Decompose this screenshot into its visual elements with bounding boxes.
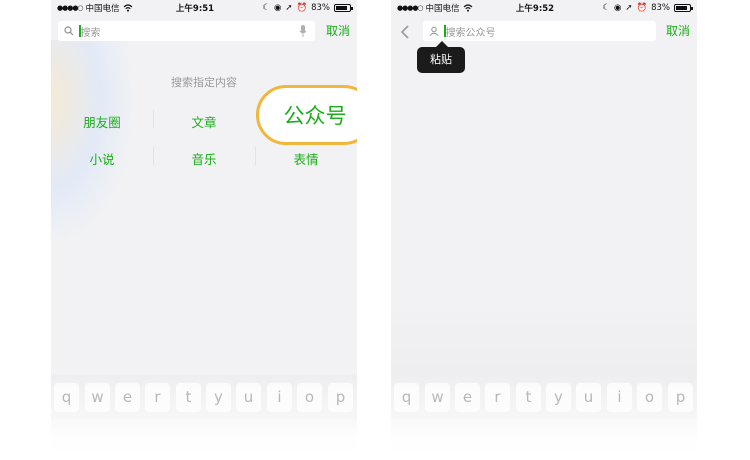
clock: 上午9:51 bbox=[175, 4, 215, 14]
search-placeholder: 搜索 bbox=[80, 27, 101, 39]
key-y[interactable]: y bbox=[206, 383, 231, 412]
left-phone-screen: ●●●●○ 中国电信 上午9:51 ☾ ◉ ➚ ⏰ 83% 搜索 取消 搜索指定… bbox=[51, 0, 357, 460]
grid-divider bbox=[255, 147, 256, 165]
key-q[interactable]: q bbox=[54, 383, 79, 412]
category-official-accounts-highlighted[interactable]: 公众号 bbox=[256, 85, 357, 145]
moon-icon: ☾ bbox=[262, 3, 270, 13]
search-bar: 搜索 取消 bbox=[51, 19, 357, 43]
right-phone-screen: ●●●●○ 中国电信 上午9:52 ☾ ◉ ➚ ⏰ 83% 搜索公众号 取消 粘… bbox=[391, 0, 697, 460]
keyboard-fade bbox=[51, 419, 357, 459]
back-chevron-icon[interactable] bbox=[400, 24, 410, 43]
battery-percent: 83% bbox=[651, 3, 670, 13]
keyboard: q w e r t y u i o p bbox=[51, 375, 357, 460]
key-o[interactable]: o bbox=[637, 383, 662, 412]
wifi-icon bbox=[123, 4, 132, 12]
key-p[interactable]: p bbox=[328, 383, 353, 412]
key-q[interactable]: q bbox=[394, 383, 419, 412]
key-u[interactable]: u bbox=[236, 383, 261, 412]
key-y[interactable]: y bbox=[546, 383, 571, 412]
status-bar: ●●●●○ 中国电信 上午9:52 ☾ ◉ ➚ ⏰ 83% bbox=[391, 0, 697, 16]
paste-tooltip[interactable]: 粘贴 bbox=[417, 41, 465, 73]
location-icon: ➚ bbox=[285, 3, 293, 13]
key-i[interactable]: i bbox=[607, 383, 632, 412]
battery-percent: 83% bbox=[311, 3, 330, 13]
search-input[interactable]: 搜索 bbox=[58, 21, 315, 41]
moon-icon: ☾ bbox=[602, 3, 610, 13]
carrier-label: 中国电信 bbox=[425, 4, 460, 14]
category-novels[interactable]: 小说 bbox=[51, 149, 153, 168]
key-w[interactable]: w bbox=[425, 383, 450, 412]
battery-icon bbox=[674, 4, 693, 12]
key-t[interactable]: t bbox=[516, 383, 541, 412]
battery-icon bbox=[334, 4, 353, 12]
status-bar: ●●●●○ 中国电信 上午9:51 ☾ ◉ ➚ ⏰ 83% bbox=[51, 0, 357, 16]
microphone-icon[interactable] bbox=[299, 25, 307, 40]
keyboard-fade bbox=[391, 419, 697, 459]
background-fade bbox=[391, 300, 697, 375]
category-articles[interactable]: 文章 bbox=[153, 112, 255, 131]
key-e[interactable]: e bbox=[455, 383, 480, 412]
grid-divider bbox=[153, 110, 154, 128]
signal-icon: ●●●●○ bbox=[397, 4, 424, 12]
clock: 上午9:52 bbox=[515, 4, 555, 14]
key-p[interactable]: p bbox=[668, 383, 693, 412]
alarm-icon: ⏰ bbox=[636, 3, 648, 13]
wifi-icon bbox=[463, 4, 472, 12]
lock-rotation-icon: ◉ bbox=[273, 3, 282, 13]
lock-rotation-icon: ◉ bbox=[613, 3, 622, 13]
search-icon bbox=[62, 26, 76, 36]
key-u[interactable]: u bbox=[576, 383, 601, 412]
cancel-button[interactable]: 取消 bbox=[326, 23, 350, 39]
category-stickers[interactable]: 表情 bbox=[255, 149, 357, 168]
keyboard: q w e r t y u i o p bbox=[391, 375, 697, 460]
signal-icon: ●●●●○ bbox=[57, 4, 84, 12]
carrier-label: 中国电信 bbox=[85, 4, 120, 14]
alarm-icon: ⏰ bbox=[296, 3, 308, 13]
key-i[interactable]: i bbox=[267, 383, 292, 412]
key-e[interactable]: e bbox=[115, 383, 140, 412]
key-o[interactable]: o bbox=[297, 383, 322, 412]
category-music[interactable]: 音乐 bbox=[153, 149, 255, 168]
location-icon: ➚ bbox=[625, 3, 633, 13]
key-r[interactable]: r bbox=[145, 383, 170, 412]
search-placeholder: 搜索公众号 bbox=[445, 27, 496, 39]
cancel-button[interactable]: 取消 bbox=[666, 23, 690, 39]
grid-divider bbox=[153, 147, 154, 165]
background-blur bbox=[51, 40, 131, 240]
search-input[interactable]: 搜索公众号 bbox=[423, 21, 656, 41]
key-r[interactable]: r bbox=[485, 383, 510, 412]
official-account-icon bbox=[427, 26, 441, 36]
category-moments[interactable]: 朋友圈 bbox=[51, 112, 153, 131]
key-w[interactable]: w bbox=[85, 383, 110, 412]
key-t[interactable]: t bbox=[176, 383, 201, 412]
search-bar: 搜索公众号 取消 bbox=[391, 19, 697, 43]
